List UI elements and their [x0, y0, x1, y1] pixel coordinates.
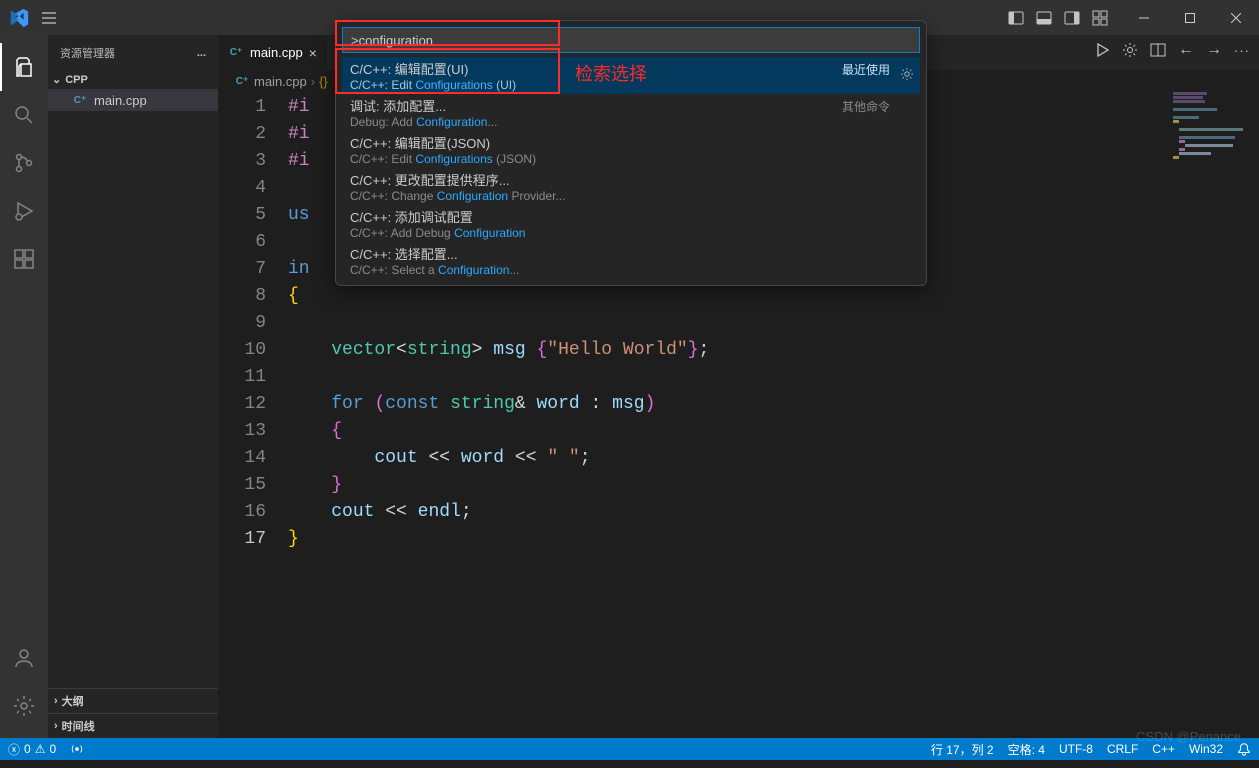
activity-source-control[interactable]: [0, 139, 48, 187]
tab-close-icon[interactable]: ×: [309, 45, 317, 61]
window-controls: [1121, 0, 1259, 35]
cpp-file-icon: C⁺: [228, 45, 244, 61]
chevron-right-icon: [54, 720, 58, 732]
chevron-down-icon: [52, 73, 61, 86]
sidebar-timeline-header[interactable]: 时间线: [48, 713, 218, 738]
minimap[interactable]: [1169, 92, 1259, 732]
minimize-button[interactable]: [1121, 0, 1167, 35]
editor-actions: ← → ···: [1093, 41, 1251, 59]
nav-forward-icon[interactable]: →: [1205, 41, 1223, 59]
layout-customize-icon[interactable]: [1089, 7, 1111, 29]
activity-account[interactable]: [0, 634, 48, 682]
status-ln-col[interactable]: 行 17，列 2: [931, 741, 994, 758]
breadcrumb-file: main.cpp: [254, 74, 307, 89]
status-config[interactable]: Win32: [1189, 742, 1223, 756]
status-encoding[interactable]: UTF-8: [1059, 742, 1093, 756]
command-palette-item[interactable]: C/C++: 更改配置提供程序...C/C++: Change Configur…: [342, 168, 920, 205]
line-number-gutter: 1234567891011121314151617: [218, 92, 288, 738]
activity-bar: [0, 35, 48, 738]
activity-extensions[interactable]: [0, 235, 48, 283]
folder-name: CPP: [65, 74, 88, 86]
timeline-label: 时间线: [62, 718, 95, 734]
split-editor-icon[interactable]: [1149, 41, 1167, 59]
warning-icon: ⚠: [35, 742, 46, 756]
activity-explorer[interactable]: [0, 43, 48, 91]
status-live-icon[interactable]: [70, 742, 84, 756]
layout-sidebar-right-icon[interactable]: [1061, 7, 1083, 29]
titlebar-layout-icons: [1005, 7, 1111, 29]
status-spaces[interactable]: 空格: 4: [1008, 741, 1045, 758]
close-button[interactable]: [1213, 0, 1259, 35]
file-tree-item[interactable]: C⁺ main.cpp: [48, 89, 218, 111]
error-icon: ⓧ: [8, 741, 20, 758]
command-palette-item[interactable]: C/C++: 选择配置...C/C++: Select a Configurat…: [342, 242, 920, 279]
layout-sidebar-left-icon[interactable]: [1005, 7, 1027, 29]
tab-label: main.cpp: [250, 45, 303, 60]
sidebar-more-icon[interactable]: ...: [197, 47, 206, 59]
cpp-file-icon: C⁺: [234, 73, 250, 89]
command-palette-input[interactable]: [342, 27, 920, 53]
file-name: main.cpp: [94, 93, 147, 108]
watermark: CSDN @Penance: [1136, 729, 1241, 744]
status-bar: ⓧ0 ⚠0 行 17，列 2 空格: 4 UTF-8 CRLF C++ Win3…: [0, 738, 1259, 760]
gear-icon[interactable]: [900, 67, 914, 81]
command-palette-list: C/C++: 编辑配置(UI)C/C++: Edit Configuration…: [342, 57, 920, 279]
maximize-button[interactable]: [1167, 0, 1213, 35]
command-palette-item[interactable]: C/C++: 编辑配置(UI)C/C++: Edit Configuration…: [342, 57, 920, 94]
breadcrumb-symbol-icon: {}: [319, 74, 328, 89]
status-language[interactable]: C++: [1152, 742, 1175, 756]
activity-run-debug[interactable]: [0, 187, 48, 235]
cpp-file-icon: C⁺: [72, 92, 88, 108]
layout-panel-bottom-icon[interactable]: [1033, 7, 1055, 29]
vscode-logo-icon: [8, 7, 30, 29]
outline-label: 大纲: [62, 693, 84, 709]
hamburger-menu-icon[interactable]: [40, 9, 58, 27]
run-settings-icon[interactable]: [1121, 41, 1139, 59]
chevron-right-icon: [54, 695, 58, 707]
run-icon[interactable]: [1093, 41, 1111, 59]
activity-settings[interactable]: [0, 682, 48, 730]
more-actions-icon[interactable]: ···: [1233, 41, 1251, 59]
sidebar-folder-header[interactable]: CPP: [48, 70, 218, 89]
activity-search[interactable]: [0, 91, 48, 139]
status-notifications-icon[interactable]: [1237, 742, 1251, 756]
nav-back-icon[interactable]: ←: [1177, 41, 1195, 59]
command-palette-item[interactable]: C/C++: 编辑配置(JSON)C/C++: Edit Configurati…: [342, 131, 920, 168]
sidebar-header: 资源管理器 ...: [48, 35, 218, 70]
command-palette-item[interactable]: 调试: 添加配置...Debug: Add Configuration...其他…: [342, 94, 920, 131]
sidebar-title: 资源管理器: [60, 45, 115, 61]
editor-tab-main-cpp[interactable]: C⁺ main.cpp ×: [218, 35, 328, 70]
command-palette-item[interactable]: C/C++: 添加调试配置C/C++: Add Debug Configurat…: [342, 205, 920, 242]
sidebar-outline-header[interactable]: 大纲: [48, 688, 218, 713]
command-palette: C/C++: 编辑配置(UI)C/C++: Edit Configuration…: [335, 20, 927, 286]
sidebar-explorer: 资源管理器 ... CPP C⁺ main.cpp 大纲 时间线: [48, 35, 218, 738]
status-eol[interactable]: CRLF: [1107, 742, 1138, 756]
status-errors-warnings[interactable]: ⓧ0 ⚠0: [8, 741, 56, 758]
